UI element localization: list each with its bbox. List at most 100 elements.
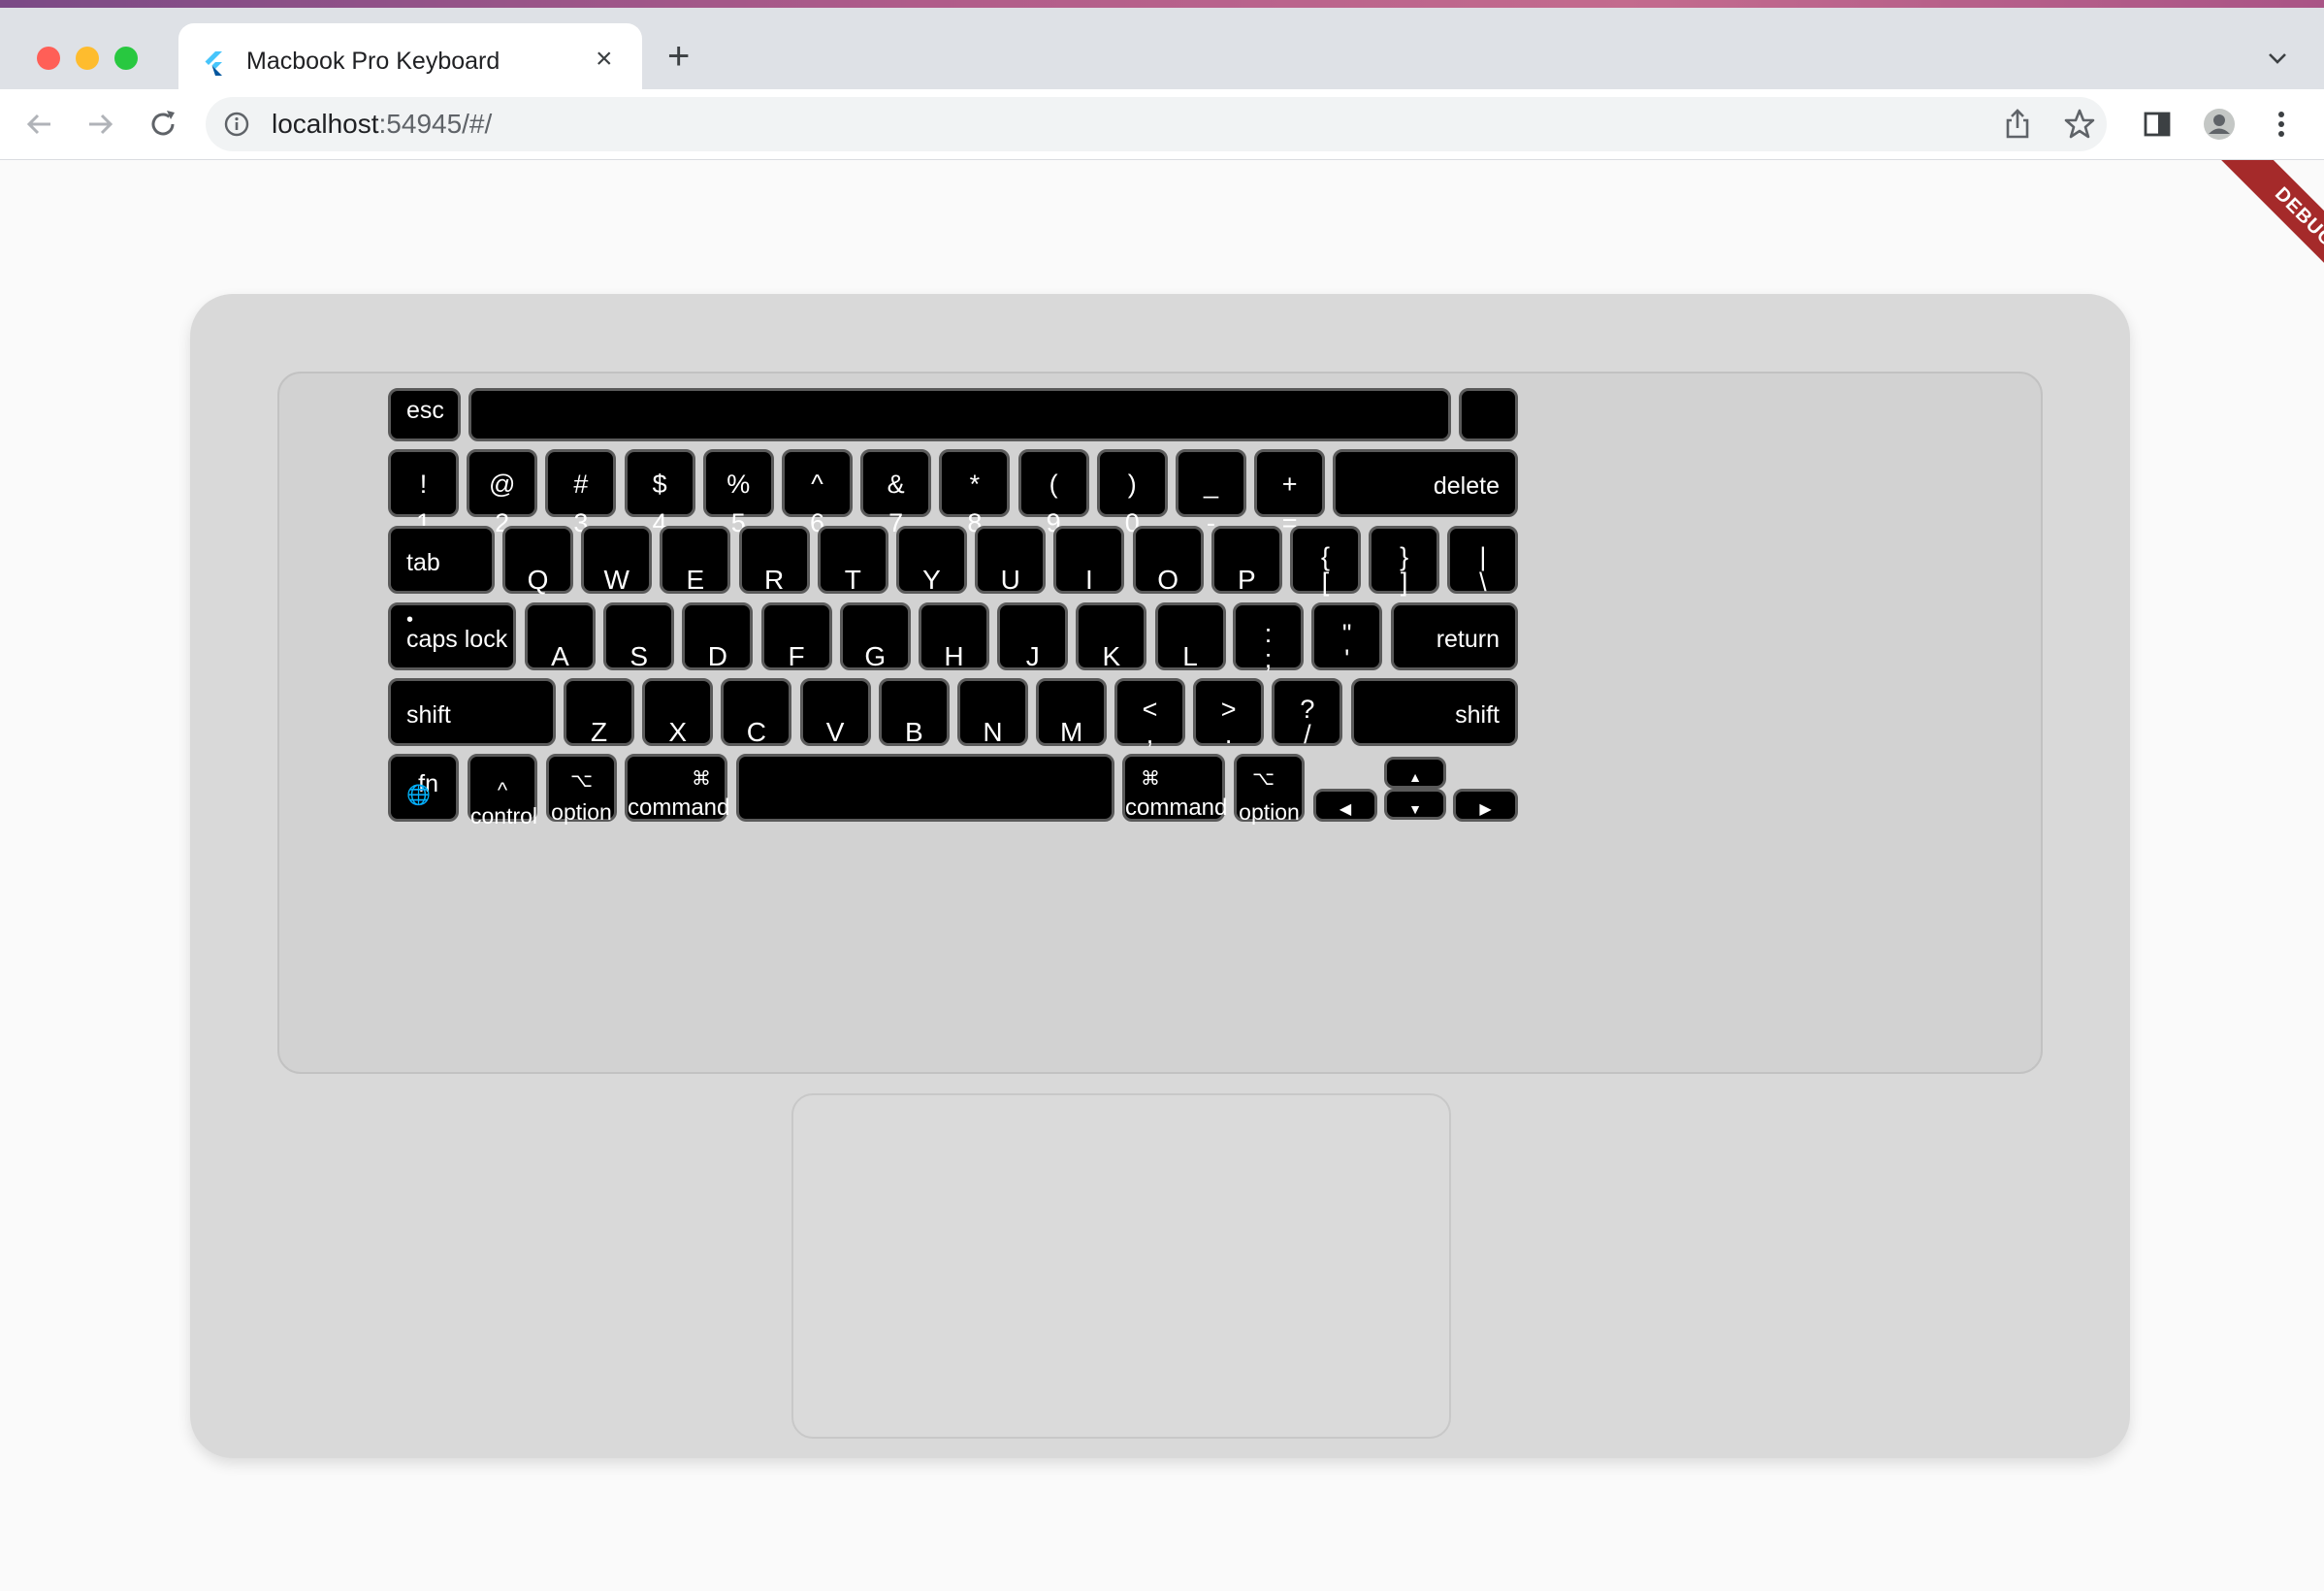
key-shift-left[interactable]: shift: [388, 678, 556, 746]
tab-close-button[interactable]: ×: [596, 45, 613, 74]
info-icon[interactable]: [223, 111, 250, 138]
key-letter[interactable]: X: [642, 678, 714, 747]
key-symbol[interactable]: " ': [1311, 602, 1383, 673]
key-arrow-up[interactable]: ▲: [1384, 757, 1446, 789]
key-digit-11[interactable]: + =: [1254, 449, 1326, 537]
side-panel-icon[interactable]: [2140, 107, 2175, 142]
arrow-up-icon: ▲: [1408, 769, 1422, 785]
more-menu-icon[interactable]: [2264, 107, 2299, 142]
key-letter[interactable]: F: [760, 602, 832, 671]
chevron-down-icon[interactable]: [2266, 47, 2289, 70]
key-digit-8[interactable]: (9: [1017, 449, 1089, 537]
key-touch-id[interactable]: [1459, 388, 1518, 441]
key-letter[interactable]: N: [957, 678, 1028, 747]
key-label: G: [864, 641, 887, 671]
key-label: O: [1157, 565, 1178, 595]
key-label: ': [1344, 644, 1350, 673]
key-letter[interactable]: Y: [896, 526, 967, 595]
key-letter[interactable]: R: [738, 526, 810, 595]
maximize-window-button[interactable]: [114, 47, 138, 70]
key-fn[interactable]: fn 🌐: [388, 754, 459, 822]
key-letter[interactable]: I: [1053, 526, 1125, 595]
url-text[interactable]: localhost:54945/#/: [272, 109, 492, 140]
key-letter[interactable]: O: [1132, 526, 1204, 595]
key-caps-lock[interactable]: • caps lock: [388, 602, 516, 670]
key-letter[interactable]: Q: [502, 526, 573, 595]
key-letter[interactable]: G: [839, 602, 911, 671]
key-label: Z: [590, 717, 608, 747]
key-symbol[interactable]: ? /: [1272, 678, 1343, 749]
key-letter[interactable]: B: [878, 678, 950, 747]
key-esc[interactable]: esc: [388, 388, 461, 441]
key-letter[interactable]: K: [1076, 602, 1147, 671]
key-space[interactable]: [736, 754, 1114, 822]
key-letter[interactable]: T: [817, 526, 888, 595]
bookmark-star-icon[interactable]: [2062, 107, 2097, 142]
key-letter[interactable]: D: [682, 602, 754, 671]
trackpad[interactable]: [791, 1093, 1451, 1439]
key-digit-0[interactable]: ! 1: [388, 449, 459, 537]
key-letter[interactable]: A: [525, 602, 596, 671]
share-icon[interactable]: [2000, 107, 2035, 142]
key-digit-3[interactable]: $4: [624, 449, 695, 537]
key-digit-7[interactable]: * 8: [939, 449, 1011, 537]
key-letter[interactable]: E: [660, 526, 731, 595]
key-shift-right[interactable]: shift: [1351, 678, 1518, 746]
url-path: :54945/#/: [378, 109, 493, 139]
key-tab[interactable]: tab: [388, 526, 495, 594]
key-digit-4[interactable]: % 5: [702, 449, 774, 537]
key-delete[interactable]: delete: [1333, 449, 1518, 517]
key-symbol[interactable]: <,: [1114, 678, 1185, 749]
key-letter[interactable]: Z: [564, 678, 634, 747]
key-symbol[interactable]: >.: [1193, 678, 1265, 749]
key-letter[interactable]: S: [603, 602, 675, 671]
key-symbol[interactable]: }]: [1369, 526, 1440, 597]
url-host: localhost: [272, 109, 379, 139]
key-arrow-right[interactable]: ▶: [1453, 789, 1518, 822]
key-option-left[interactable]: ⌥ option: [546, 754, 617, 825]
address-bar[interactable]: localhost:54945/#/: [206, 97, 2107, 151]
new-tab-button[interactable]: +: [667, 37, 690, 76]
profile-avatar-icon[interactable]: [2202, 107, 2237, 142]
key-letter[interactable]: P: [1210, 526, 1282, 595]
key-letter[interactable]: M: [1036, 678, 1108, 747]
key-option-right[interactable]: ⌥ option: [1234, 754, 1305, 825]
key-label: caps lock: [406, 626, 508, 653]
key-label: Q: [527, 565, 549, 595]
flutter-icon: [205, 51, 222, 76]
key-letter[interactable]: U: [975, 526, 1047, 595]
key-label: H: [944, 641, 964, 671]
key-label: .: [1224, 720, 1233, 749]
close-window-button[interactable]: [37, 47, 60, 70]
key-letter[interactable]: C: [721, 678, 792, 747]
key-shift-label: #: [573, 470, 589, 499]
back-arrow-icon[interactable]: [21, 107, 56, 142]
key-digit-2[interactable]: #3: [545, 449, 617, 537]
browser-tab[interactable]: Macbook Pro Keyboard ×: [178, 23, 642, 97]
key-digit-5[interactable]: ^ 6: [782, 449, 853, 537]
key-control[interactable]: ^ control: [468, 754, 537, 828]
key-letter[interactable]: V: [799, 678, 871, 747]
key-symbol[interactable]: | \: [1447, 526, 1519, 597]
reload-icon[interactable]: [145, 107, 180, 142]
key-letter[interactable]: H: [919, 602, 989, 671]
key-return[interactable]: return: [1391, 602, 1518, 670]
key-digit-10[interactable]: _ -: [1176, 449, 1246, 537]
key-label: S: [629, 641, 649, 671]
key-command-right[interactable]: ⌘ command: [1122, 754, 1227, 822]
key-touch-bar[interactable]: [468, 388, 1451, 441]
key-letter[interactable]: L: [1154, 602, 1226, 671]
key-arrow-down[interactable]: ▼: [1384, 789, 1446, 820]
key-symbol[interactable]: :;: [1233, 602, 1304, 673]
key-arrow-left[interactable]: ◀: [1313, 789, 1377, 822]
key-digit-6[interactable]: & 7: [860, 449, 932, 537]
key-label: /: [1304, 720, 1311, 749]
minimize-window-button[interactable]: [76, 47, 99, 70]
key-symbol[interactable]: {[: [1290, 526, 1361, 597]
key-letter[interactable]: W: [581, 526, 653, 595]
key-letter[interactable]: J: [997, 602, 1069, 671]
key-command-left[interactable]: ⌘ command: [625, 754, 729, 822]
key-digit-9[interactable]: ) 0: [1096, 449, 1168, 537]
key-digit-1[interactable]: @2: [467, 449, 538, 537]
forward-arrow-icon[interactable]: [83, 107, 118, 142]
